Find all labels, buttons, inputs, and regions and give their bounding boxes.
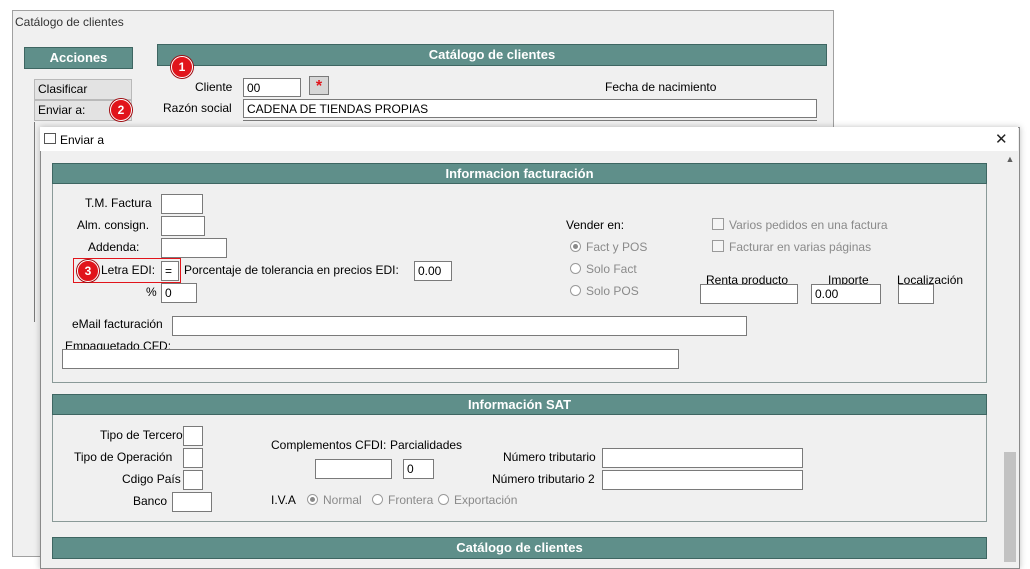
- checkbox-icon: [712, 218, 724, 230]
- porcentaje-input[interactable]: 0.00: [414, 261, 452, 281]
- required-mark: *: [315, 78, 323, 95]
- numero-tributario-2-label: Número tributario 2: [492, 472, 595, 486]
- varios-pedidos-label: Varios pedidos en una factura: [729, 218, 888, 232]
- facturacion-header: Informacion facturación: [52, 163, 987, 184]
- radio-fact-y-pos[interactable]: Fact y POS: [570, 240, 647, 254]
- varias-paginas-checkbox[interactable]: Facturar en varias páginas: [712, 240, 871, 254]
- pct-input[interactable]: 0: [161, 283, 197, 303]
- cliente-input[interactable]: 00: [243, 78, 301, 97]
- radio-exportacion[interactable]: Exportación: [438, 493, 517, 507]
- tm-factura-input[interactable]: [161, 194, 203, 214]
- vender-en-label: Vender en:: [566, 218, 625, 232]
- radio-normal[interactable]: Normal: [307, 493, 362, 507]
- scroll-up-icon[interactable]: ▲: [1002, 151, 1018, 168]
- localizacion-input[interactable]: [898, 284, 934, 304]
- cliente-label: Cliente: [195, 80, 233, 94]
- radio-fact-y-pos-label: Fact y POS: [586, 240, 648, 254]
- varios-pedidos-checkbox[interactable]: Varios pedidos en una factura: [712, 218, 888, 232]
- pct-label: %: [146, 285, 157, 299]
- radio-frontera[interactable]: Frontera: [372, 493, 433, 507]
- dialog-window-icon: [44, 133, 56, 144]
- radio-frontera-icon: [372, 494, 383, 505]
- enviar-a-label: Enviar a:: [38, 103, 86, 117]
- checkbox-icon: [712, 240, 724, 252]
- catalogo-header: Catálogo de clientes: [157, 44, 827, 66]
- dialog-title: Enviar a: [60, 133, 105, 147]
- scrollbar-thumb[interactable]: [1004, 452, 1016, 562]
- radio-solo-pos-icon: [570, 285, 581, 296]
- codigo-pais-label: Cdigo País: [122, 472, 181, 486]
- empaquetado-input[interactable]: [62, 349, 679, 369]
- alm-consign-input[interactable]: [161, 216, 205, 236]
- radio-solo-fact-icon: [570, 263, 581, 274]
- required-mark-button[interactable]: *: [309, 76, 329, 95]
- email-label: eMail facturación: [72, 317, 163, 331]
- radio-solo-pos[interactable]: Solo POS: [570, 284, 639, 298]
- radio-fact-y-pos-icon: [570, 241, 581, 252]
- close-icon[interactable]: ✕: [995, 130, 1008, 148]
- tipo-tercero-input[interactable]: [183, 426, 203, 446]
- tipo-operacion-label: Tipo de Operación: [74, 450, 173, 464]
- iva-label: I.V.A: [271, 493, 296, 507]
- numero-tributario-label: Número tributario: [503, 450, 596, 464]
- complementos-input[interactable]: [315, 459, 392, 479]
- clasificar-label: Clasificar: [38, 82, 88, 96]
- sat-header: Información SAT: [52, 394, 987, 415]
- badge-3: 3: [77, 260, 99, 282]
- radio-solo-fact-label: Solo Fact: [586, 262, 637, 276]
- tm-factura-label: T.M. Factura: [85, 196, 152, 210]
- numero-tributario-input[interactable]: [602, 448, 803, 468]
- hidden-row-fields: [243, 120, 817, 127]
- badge-2: 2: [110, 99, 132, 121]
- alm-consign-label: Alm. consign.: [77, 218, 150, 232]
- razon-social-label: Razón social: [163, 101, 232, 115]
- codigo-pais-input[interactable]: [183, 470, 203, 490]
- addenda-input[interactable]: [161, 238, 227, 258]
- complementos-label: Complementos CFDI:: [271, 438, 387, 452]
- importe-input[interactable]: 0.00: [811, 284, 881, 304]
- letra-edi-input[interactable]: =: [161, 261, 179, 281]
- radio-exportacion-icon: [438, 494, 449, 505]
- letra-edi-label: Letra EDI:: [101, 263, 156, 277]
- clasificar-button[interactable]: Clasificar: [34, 79, 132, 100]
- badge-1: 1: [171, 56, 193, 78]
- addenda-label: Addenda:: [88, 240, 140, 254]
- dialog-title-bar: [40, 127, 1018, 151]
- banco-input[interactable]: [172, 492, 212, 512]
- numero-tributario-2-input[interactable]: [602, 470, 803, 490]
- porcentaje-label: Porcentaje de tolerancia en precios EDI:: [184, 263, 399, 277]
- acciones-header: Acciones: [24, 47, 133, 69]
- radio-frontera-label: Frontera: [388, 493, 434, 507]
- email-input[interactable]: [172, 316, 747, 336]
- radio-normal-label: Normal: [323, 493, 362, 507]
- razon-social-input[interactable]: CADENA DE TIENDAS PROPIAS: [243, 99, 817, 118]
- radio-solo-pos-label: Solo POS: [586, 284, 639, 298]
- tipo-operacion-input[interactable]: [183, 448, 203, 468]
- varias-paginas-label: Facturar en varias páginas: [729, 240, 872, 254]
- parcialidades-input[interactable]: 0: [403, 459, 434, 479]
- radio-exportacion-label: Exportación: [454, 493, 518, 507]
- window-title: Catálogo de clientes: [15, 15, 124, 29]
- radio-solo-fact[interactable]: Solo Fact: [570, 262, 637, 276]
- fecha-nacimiento-label: Fecha de nacimiento: [605, 80, 717, 94]
- banco-label: Banco: [133, 494, 168, 508]
- radio-normal-icon: [307, 494, 318, 505]
- renta-producto-input[interactable]: [700, 284, 798, 304]
- catalogo-bottom-header: Catálogo de clientes: [52, 537, 987, 559]
- parcialidades-label: Parcialidades: [390, 438, 463, 452]
- tipo-tercero-label: Tipo de Tercero: [100, 428, 183, 442]
